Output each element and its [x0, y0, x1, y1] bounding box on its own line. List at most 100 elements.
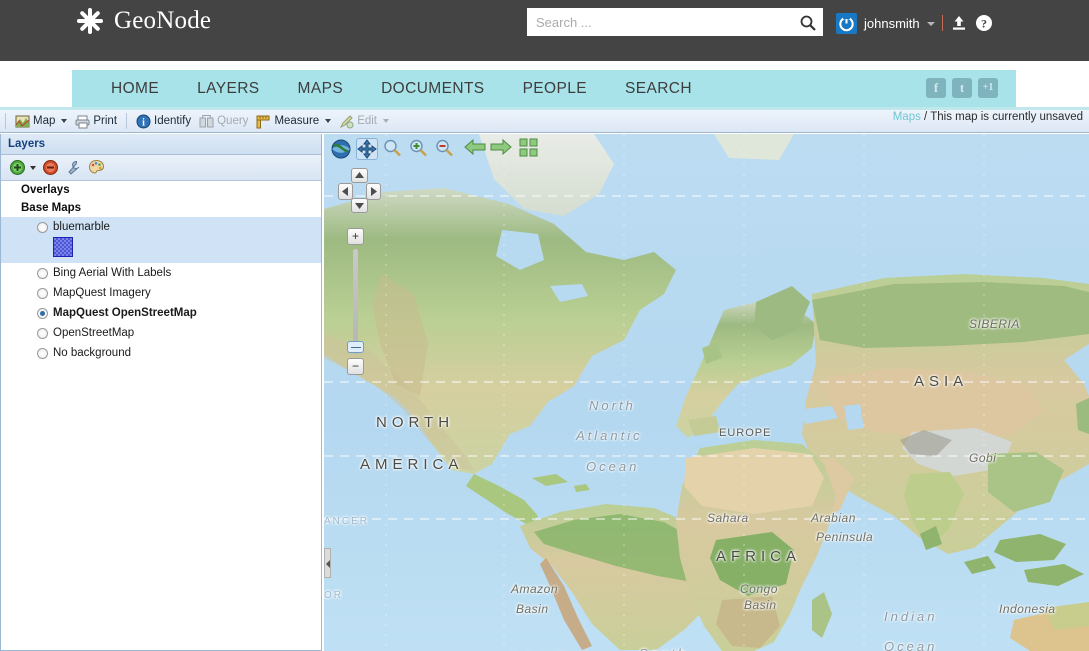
- main-navigation: HOME LAYERS MAPS DOCUMENTS PEOPLE SEARCH…: [72, 70, 1016, 107]
- power-icon[interactable]: [836, 12, 857, 34]
- nav-item-search[interactable]: SEARCH: [606, 70, 711, 107]
- identify-label: Identify: [154, 115, 192, 127]
- facebook-icon[interactable]: f: [926, 78, 946, 98]
- radio-icon[interactable]: [37, 307, 48, 319]
- pan-icon[interactable]: [356, 138, 378, 160]
- zoom-box-icon[interactable]: [382, 138, 404, 160]
- info-icon: i: [136, 114, 151, 129]
- divider: [941, 15, 943, 31]
- layer-item-bing-aerial-with-labels[interactable]: Bing Aerial With Labels: [1, 263, 321, 283]
- bluemarble-legend-swatch: [53, 237, 73, 257]
- nav-item-documents[interactable]: DOCUMENTS: [362, 70, 504, 107]
- zoom-slider-handle[interactable]: [347, 341, 364, 353]
- layers-panel-title: Layers: [1, 134, 321, 155]
- layers-tree: Overlays Base Maps bluemarble Bing Aeria…: [1, 181, 321, 363]
- identify-button[interactable]: i Identify: [132, 112, 195, 131]
- globe-icon[interactable]: [330, 138, 352, 160]
- zoom-in-button[interactable]: +: [347, 228, 364, 245]
- layer-item-openstreetmap[interactable]: OpenStreetMap: [1, 323, 321, 343]
- radio-icon[interactable]: [37, 347, 48, 359]
- username-label[interactable]: johnsmith: [864, 16, 920, 31]
- search-box[interactable]: [527, 8, 823, 36]
- divider: [5, 113, 6, 129]
- edit-button[interactable]: Edit: [335, 112, 393, 131]
- map-viewport[interactable]: NORTH AMERICA North Atlantic Ocean SIBERIA ASI…: [324, 134, 1089, 651]
- zoom-slider-track[interactable]: [347, 249, 364, 354]
- upload-icon[interactable]: [950, 14, 968, 32]
- map-canvas[interactable]: [324, 134, 1089, 651]
- geonode-logo-icon: [75, 6, 105, 36]
- query-icon: [199, 114, 214, 129]
- user-area: johnsmith ?: [836, 11, 993, 35]
- next-extent-icon[interactable]: [490, 138, 512, 160]
- pan-up-button[interactable]: [351, 168, 368, 183]
- print-button[interactable]: Print: [71, 112, 121, 131]
- nav-item-people[interactable]: PEOPLE: [504, 70, 606, 107]
- zoom-out-button[interactable]: −: [347, 358, 364, 375]
- pan-right-button[interactable]: [366, 183, 381, 200]
- top-header: GeoNode johnsmith: [0, 0, 1089, 61]
- layer-label: Bing Aerial With Labels: [53, 267, 172, 279]
- map-tool-strip: [330, 136, 541, 162]
- nav-item-maps[interactable]: MAPS: [279, 70, 363, 107]
- pan-control: [338, 168, 382, 213]
- help-icon[interactable]: ?: [975, 14, 993, 32]
- svg-text:i: i: [142, 117, 145, 128]
- breadcrumb-separator: /: [920, 111, 931, 123]
- search-icon[interactable]: [798, 13, 818, 33]
- breadcrumb-maps-link[interactable]: Maps: [893, 111, 921, 123]
- add-layer-icon[interactable]: [9, 159, 26, 176]
- layer-item-mapquest-openstreetmap[interactable]: MapQuest OpenStreetMap: [1, 303, 321, 323]
- zoom-in-icon[interactable]: [408, 138, 430, 160]
- layer-swatch-row: [1, 237, 321, 263]
- measure-label: Measure: [274, 115, 320, 127]
- chevron-down-icon[interactable]: [61, 119, 68, 123]
- nav-item-home[interactable]: HOME: [92, 70, 178, 107]
- search-input[interactable]: [528, 9, 798, 35]
- layer-styles-icon[interactable]: [88, 159, 105, 176]
- svg-text:?: ?: [981, 17, 987, 31]
- radio-icon[interactable]: [37, 327, 48, 339]
- layer-item-no-background[interactable]: No background: [1, 343, 321, 363]
- ruler-icon: [256, 114, 271, 129]
- tree-group-base-maps[interactable]: Base Maps: [1, 199, 321, 217]
- pencil-icon: [339, 114, 354, 129]
- nav-items: HOME LAYERS MAPS DOCUMENTS PEOPLE SEARCH: [72, 70, 1016, 107]
- radio-icon[interactable]: [37, 287, 48, 299]
- add-layer-chevron-down-icon[interactable]: [30, 165, 36, 170]
- printer-icon: [75, 114, 90, 129]
- layer-label: OpenStreetMap: [53, 327, 135, 339]
- breadcrumb: Maps / This map is currently unsaved: [893, 111, 1083, 123]
- brand-name: GeoNode: [114, 7, 212, 34]
- layer-item-mapquest-imagery[interactable]: MapQuest Imagery: [1, 283, 321, 303]
- layers-toolbar: [1, 155, 321, 181]
- layer-properties-icon[interactable]: [65, 159, 82, 176]
- radio-icon[interactable]: [37, 221, 48, 233]
- query-button[interactable]: Query: [195, 112, 252, 131]
- googleplus-icon[interactable]: +1: [978, 78, 998, 98]
- divider: [126, 113, 128, 129]
- pan-down-button[interactable]: [351, 198, 368, 213]
- brand[interactable]: GeoNode: [75, 6, 211, 36]
- pan-left-button[interactable]: [338, 183, 353, 200]
- layers-panel: Layers Overlays Base Maps bluemarble Bin…: [0, 134, 322, 651]
- layer-label: MapQuest Imagery: [53, 287, 151, 299]
- edit-label: Edit: [357, 115, 378, 127]
- layer-item-bluemarble[interactable]: bluemarble: [1, 217, 321, 237]
- zoom-to-extent-icon[interactable]: [519, 138, 541, 160]
- twitter-icon[interactable]: t: [952, 78, 972, 98]
- map-menu-button[interactable]: Map: [11, 112, 71, 131]
- previous-extent-icon[interactable]: [464, 138, 486, 160]
- chevron-down-icon[interactable]: [926, 22, 935, 26]
- radio-icon[interactable]: [37, 267, 48, 279]
- measure-button[interactable]: Measure: [252, 112, 335, 131]
- social-links: f t +1: [926, 78, 998, 98]
- layer-label: MapQuest OpenStreetMap: [53, 307, 197, 319]
- chevron-down-icon[interactable]: [325, 119, 332, 123]
- remove-layer-icon[interactable]: [42, 159, 59, 176]
- nav-item-layers[interactable]: LAYERS: [178, 70, 278, 107]
- chevron-down-icon[interactable]: [383, 119, 390, 123]
- zoom-out-icon[interactable]: [434, 138, 456, 160]
- tree-group-overlays[interactable]: Overlays: [1, 181, 321, 199]
- panel-collapse-handle[interactable]: [324, 548, 331, 578]
